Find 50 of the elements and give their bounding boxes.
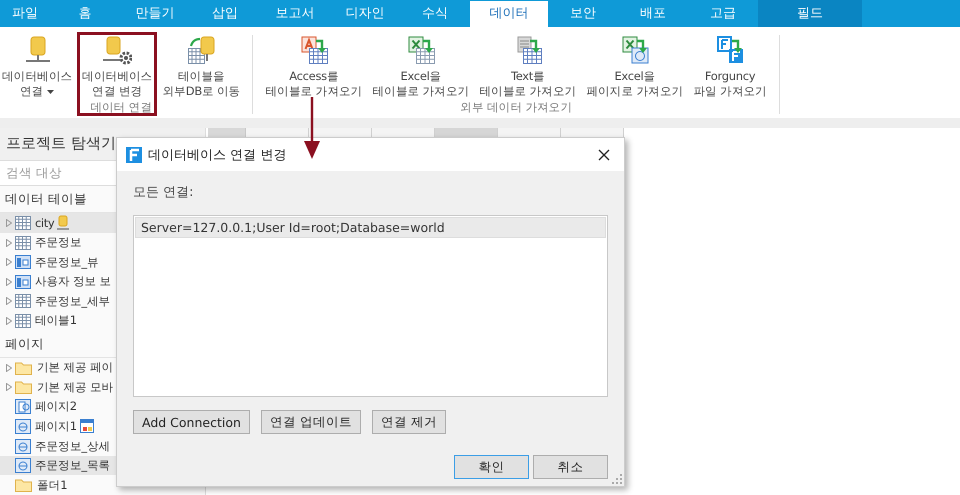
access-import-icon — [298, 35, 329, 65]
group-label: 데이터 연결 — [90, 100, 152, 114]
ribbon-button[interactable]: Excel을 페이지로 가져오기 — [584, 33, 686, 99]
tree-item[interactable]: 사용자 정보 보 — [0, 272, 205, 292]
annotation-arrow — [304, 97, 320, 159]
tree-item[interactable]: 테이블1 — [0, 311, 205, 331]
view-icon — [15, 274, 31, 289]
ribbon-button[interactable]: Forguncy 파일 가져오기 — [691, 33, 769, 99]
folder-icon — [15, 478, 33, 492]
tree-item[interactable]: 폴더1 — [0, 475, 205, 495]
resize-grip-icon — [612, 474, 622, 484]
file-import-icon — [715, 35, 746, 65]
table-icon — [15, 236, 31, 250]
connection-item[interactable]: Server=127.0.0.1;User Id=root;Database=world — [135, 217, 606, 238]
page-icon — [15, 438, 31, 454]
table-icon — [15, 294, 31, 308]
ribbon-button[interactable]: 테이블을 외부DB로 이동 — [160, 33, 242, 99]
list-label: 모든 연결: — [133, 184, 195, 201]
action-button[interactable]: 연결 업데이트 — [260, 410, 361, 434]
cancel-button[interactable]: 취소 — [533, 455, 608, 479]
ribbon-button[interactable]: Access를 테이블로 가져오기 — [263, 33, 364, 99]
ribbon-tab[interactable]: 데이터 — [470, 1, 548, 27]
mobile-page-icon — [15, 399, 31, 414]
page-icon — [15, 458, 31, 474]
action-button[interactable]: Add Connection — [133, 410, 250, 434]
ribbon-button[interactable]: 데이터베이스 연결 변경 — [80, 33, 154, 99]
table-database-icon — [186, 35, 216, 65]
group-label: 외부 데이터 가져오기 — [460, 100, 572, 114]
action-button[interactable]: 연결 제거 — [372, 410, 446, 434]
excel-page-icon — [620, 35, 650, 65]
view-icon — [15, 255, 31, 270]
tree-item[interactable]: 기본 제공 모바 — [0, 377, 205, 397]
page-icon — [15, 418, 31, 434]
excel-import-icon — [406, 35, 436, 65]
ok-button[interactable]: 확인 — [454, 455, 529, 479]
tree-item[interactable]: 주문정보_뷰 — [0, 252, 205, 272]
tree-item[interactable]: 주문정보_상세 — [0, 436, 205, 456]
folder-icon — [15, 380, 33, 394]
tree-item[interactable]: 주문정보_세부 — [0, 292, 205, 312]
app-logo-icon — [126, 146, 142, 162]
tree-item[interactable]: 기본 제공 페이 — [0, 358, 205, 378]
close-icon — [598, 148, 610, 160]
table-icon — [15, 216, 31, 230]
ribbon-tab[interactable]: 필드 — [758, 0, 862, 27]
table-icon — [15, 314, 31, 328]
folder-icon — [15, 360, 33, 375]
ribbon-button[interactable]: 데이터베이스 연결 — [0, 33, 74, 99]
ribbon-button[interactable]: Excel을 테이블로 가져오기 — [370, 33, 472, 99]
database-gear-icon — [102, 35, 132, 65]
ribbon-button[interactable]: Text를 테이블로 가져오기 — [477, 33, 578, 99]
